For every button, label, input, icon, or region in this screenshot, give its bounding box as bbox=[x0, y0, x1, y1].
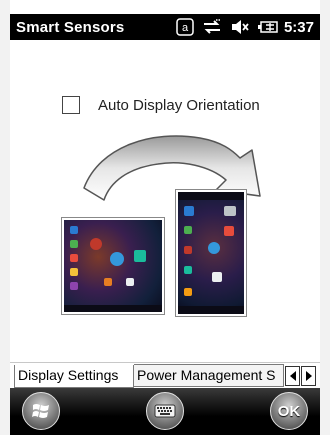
arrow-left-icon bbox=[289, 371, 296, 381]
ok-label: OK bbox=[277, 402, 301, 420]
tab-display-settings[interactable]: Display Settings bbox=[14, 365, 134, 388]
notification-a-icon[interactable]: a bbox=[176, 18, 194, 36]
device-screen: Smart Sensors a 5:37 Auto Display Orient… bbox=[0, 0, 330, 435]
tab-scroll-left-button[interactable] bbox=[285, 366, 300, 386]
auto-orientation-option[interactable]: Auto Display Orientation bbox=[62, 96, 260, 114]
auto-orientation-checkbox[interactable] bbox=[62, 96, 80, 114]
display-settings-panel: Auto Display Orientation bbox=[10, 40, 320, 362]
status-bar: Smart Sensors a 5:37 bbox=[10, 14, 320, 40]
ok-button[interactable]: OK bbox=[270, 392, 308, 430]
tab-power-management[interactable]: Power Management S bbox=[134, 364, 284, 387]
svg-text:a: a bbox=[182, 22, 189, 34]
status-time: 5:37 bbox=[283, 18, 314, 36]
tab-scroll-right-button[interactable] bbox=[301, 366, 316, 386]
softkey-bar: OK bbox=[10, 388, 320, 435]
portrait-screenshot-image bbox=[176, 190, 246, 316]
left-bezel bbox=[0, 0, 10, 435]
connectivity-icon[interactable] bbox=[202, 19, 222, 35]
volume-muted-icon[interactable] bbox=[230, 19, 250, 35]
app-title: Smart Sensors bbox=[16, 18, 125, 36]
battery-charging-icon[interactable] bbox=[257, 19, 280, 35]
keyboard-button[interactable] bbox=[146, 392, 184, 430]
right-bezel bbox=[320, 0, 330, 435]
keyboard-icon bbox=[154, 404, 176, 418]
arrow-right-icon bbox=[305, 371, 312, 381]
auto-orientation-label: Auto Display Orientation bbox=[98, 96, 260, 114]
windows-start-icon bbox=[32, 404, 49, 418]
start-button[interactable] bbox=[22, 392, 60, 430]
landscape-screenshot-image bbox=[62, 218, 164, 314]
settings-tab-bar: Display Settings Power Management S bbox=[10, 362, 320, 388]
